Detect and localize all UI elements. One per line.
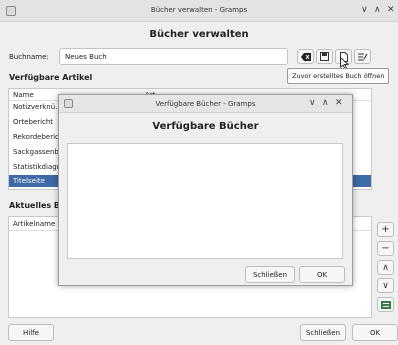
edit-books-button[interactable] [354, 49, 371, 64]
available-books-dialog: Verfügbare Bücher - Gramps ∨ ∧ ✕ Verfügb… [58, 94, 353, 286]
minimize-icon[interactable]: ∨ [361, 5, 368, 15]
book-name-input[interactable]: Neues Buch [59, 48, 288, 65]
save-book-button[interactable] [316, 49, 333, 64]
close-icon[interactable]: ✕ [335, 98, 343, 108]
maximize-icon[interactable]: ∧ [322, 98, 329, 108]
column-header-name[interactable]: Name [13, 91, 34, 99]
dialog-ok-button[interactable]: OK [299, 266, 345, 283]
ok-button[interactable]: OK [352, 324, 398, 341]
page-title: Bücher verwalten [149, 29, 249, 40]
chevron-up-icon: ∧ [382, 262, 389, 273]
clear-book-button[interactable] [297, 49, 314, 64]
dialog-close-button[interactable]: Schließen [245, 266, 295, 283]
close-button[interactable]: Schließen [300, 324, 346, 341]
minus-icon: − [381, 243, 390, 254]
add-item-button[interactable]: + [377, 222, 394, 237]
main-window-title: Bücher verwalten - Gramps [150, 6, 248, 14]
configure-icon [380, 300, 391, 309]
plus-icon: + [381, 224, 390, 235]
open-book-tooltip: Zuvor erstelltes Buch öffnen [287, 68, 390, 84]
configure-item-button[interactable] [377, 297, 394, 312]
move-up-button[interactable]: ∧ [377, 260, 394, 275]
main-titlebar: Bücher verwalten - Gramps ∨ ∧ ✕ [0, 0, 398, 22]
close-icon[interactable]: ✕ [387, 5, 395, 15]
minimize-icon[interactable]: ∨ [309, 98, 316, 108]
dialog-titlebar: Verfügbare Bücher - Gramps ∨ ∧ ✕ [59, 95, 352, 113]
available-items-heading: Verfügbare Artikel [9, 73, 93, 82]
save-icon [320, 52, 329, 61]
column-header-item-name[interactable]: Artikelname [13, 220, 55, 228]
help-button[interactable]: Hilfe [8, 324, 54, 341]
move-down-button[interactable]: ∨ [377, 278, 394, 293]
book-name-label: Buchname: [9, 53, 49, 61]
clear-icon [300, 52, 311, 61]
chevron-down-icon: ∨ [382, 280, 389, 291]
dialog-heading: Verfügbare Bücher [152, 121, 259, 132]
edit-list-icon [357, 53, 368, 61]
maximize-icon[interactable]: ∧ [374, 5, 381, 15]
available-books-list[interactable] [67, 143, 343, 259]
remove-item-button[interactable]: − [377, 241, 394, 256]
